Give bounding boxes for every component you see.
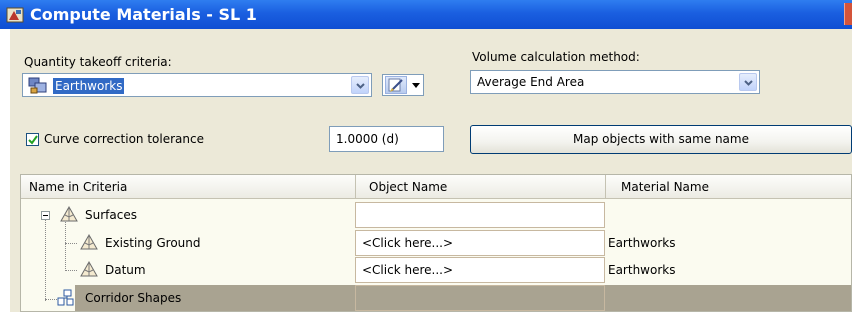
caret-down-icon xyxy=(412,83,420,88)
volume-method-label: Volume calculation method: xyxy=(472,50,640,64)
column-header-material[interactable]: Material Name xyxy=(621,180,709,194)
row-name: Surfaces xyxy=(85,208,137,222)
table-row[interactable]: Surfaces xyxy=(21,202,851,229)
object-name-cell[interactable] xyxy=(355,202,605,228)
material-name-value[interactable]: Earthworks xyxy=(608,236,675,250)
window-title: Compute Materials - SL 1 xyxy=(30,5,257,24)
chevron-down-icon xyxy=(744,80,753,86)
checkmark-icon xyxy=(28,135,38,145)
object-name-cell[interactable] xyxy=(355,285,605,311)
surface-icon xyxy=(60,205,78,222)
volume-method-combobox[interactable]: Average End Area xyxy=(470,70,760,94)
row-name: Corridor Shapes xyxy=(85,291,182,305)
curve-tolerance-input[interactable]: 1.0000 (d) xyxy=(329,126,444,152)
window-titlebar: Compute Materials - SL 1 xyxy=(0,0,852,29)
criteria-icon xyxy=(28,77,47,94)
criteria-label: Quantity takeoff criteria: xyxy=(24,55,172,69)
close-button[interactable] xyxy=(844,3,852,25)
surface-icon xyxy=(80,260,98,277)
app-icon xyxy=(6,7,24,22)
materials-grid: Name in Criteria Object Name Material Na… xyxy=(20,174,852,312)
row-name: Existing Ground xyxy=(105,236,201,250)
column-header-object[interactable]: Object Name xyxy=(369,180,447,194)
volume-method-dropdown-button[interactable] xyxy=(739,73,757,91)
grid-header: Name in Criteria Object Name Material Na… xyxy=(21,175,851,199)
table-row-selected[interactable]: Corridor Shapes xyxy=(21,285,851,311)
material-name-value[interactable]: Earthworks xyxy=(608,263,675,277)
criteria-value: Earthworks xyxy=(53,78,125,94)
row-name: Datum xyxy=(105,263,146,277)
criteria-dropdown-button[interactable] xyxy=(351,76,369,94)
corridor-shapes-icon xyxy=(57,289,74,306)
map-objects-button[interactable]: Map objects with same name xyxy=(470,125,852,154)
object-name-cell[interactable]: <Click here...> xyxy=(355,257,605,283)
criteria-combobox[interactable]: Earthworks xyxy=(22,73,372,97)
table-row[interactable]: Datum <Click here...> Earthworks xyxy=(21,257,851,284)
edit-criteria-button[interactable] xyxy=(382,74,424,96)
volume-method-value: Average End Area xyxy=(477,75,585,89)
column-header-name[interactable]: Name in Criteria xyxy=(29,180,127,194)
table-row[interactable]: Existing Ground <Click here...> Earthwor… xyxy=(21,230,851,257)
column-divider[interactable] xyxy=(605,175,606,199)
object-name-value: <Click here...> xyxy=(362,263,454,277)
chevron-down-icon xyxy=(356,83,365,89)
curve-correction-checkbox[interactable] xyxy=(26,133,39,146)
dialog-body: Quantity takeoff criteria: Earthworks Vo… xyxy=(10,29,852,312)
column-divider[interactable] xyxy=(355,175,356,199)
object-name-value: <Click here...> xyxy=(362,236,454,250)
collapse-toggle[interactable] xyxy=(41,211,50,220)
object-name-cell[interactable]: <Click here...> xyxy=(355,230,605,256)
curve-correction-label: Curve correction tolerance xyxy=(44,132,204,146)
surface-icon xyxy=(80,233,98,250)
pencil-icon xyxy=(385,76,407,94)
